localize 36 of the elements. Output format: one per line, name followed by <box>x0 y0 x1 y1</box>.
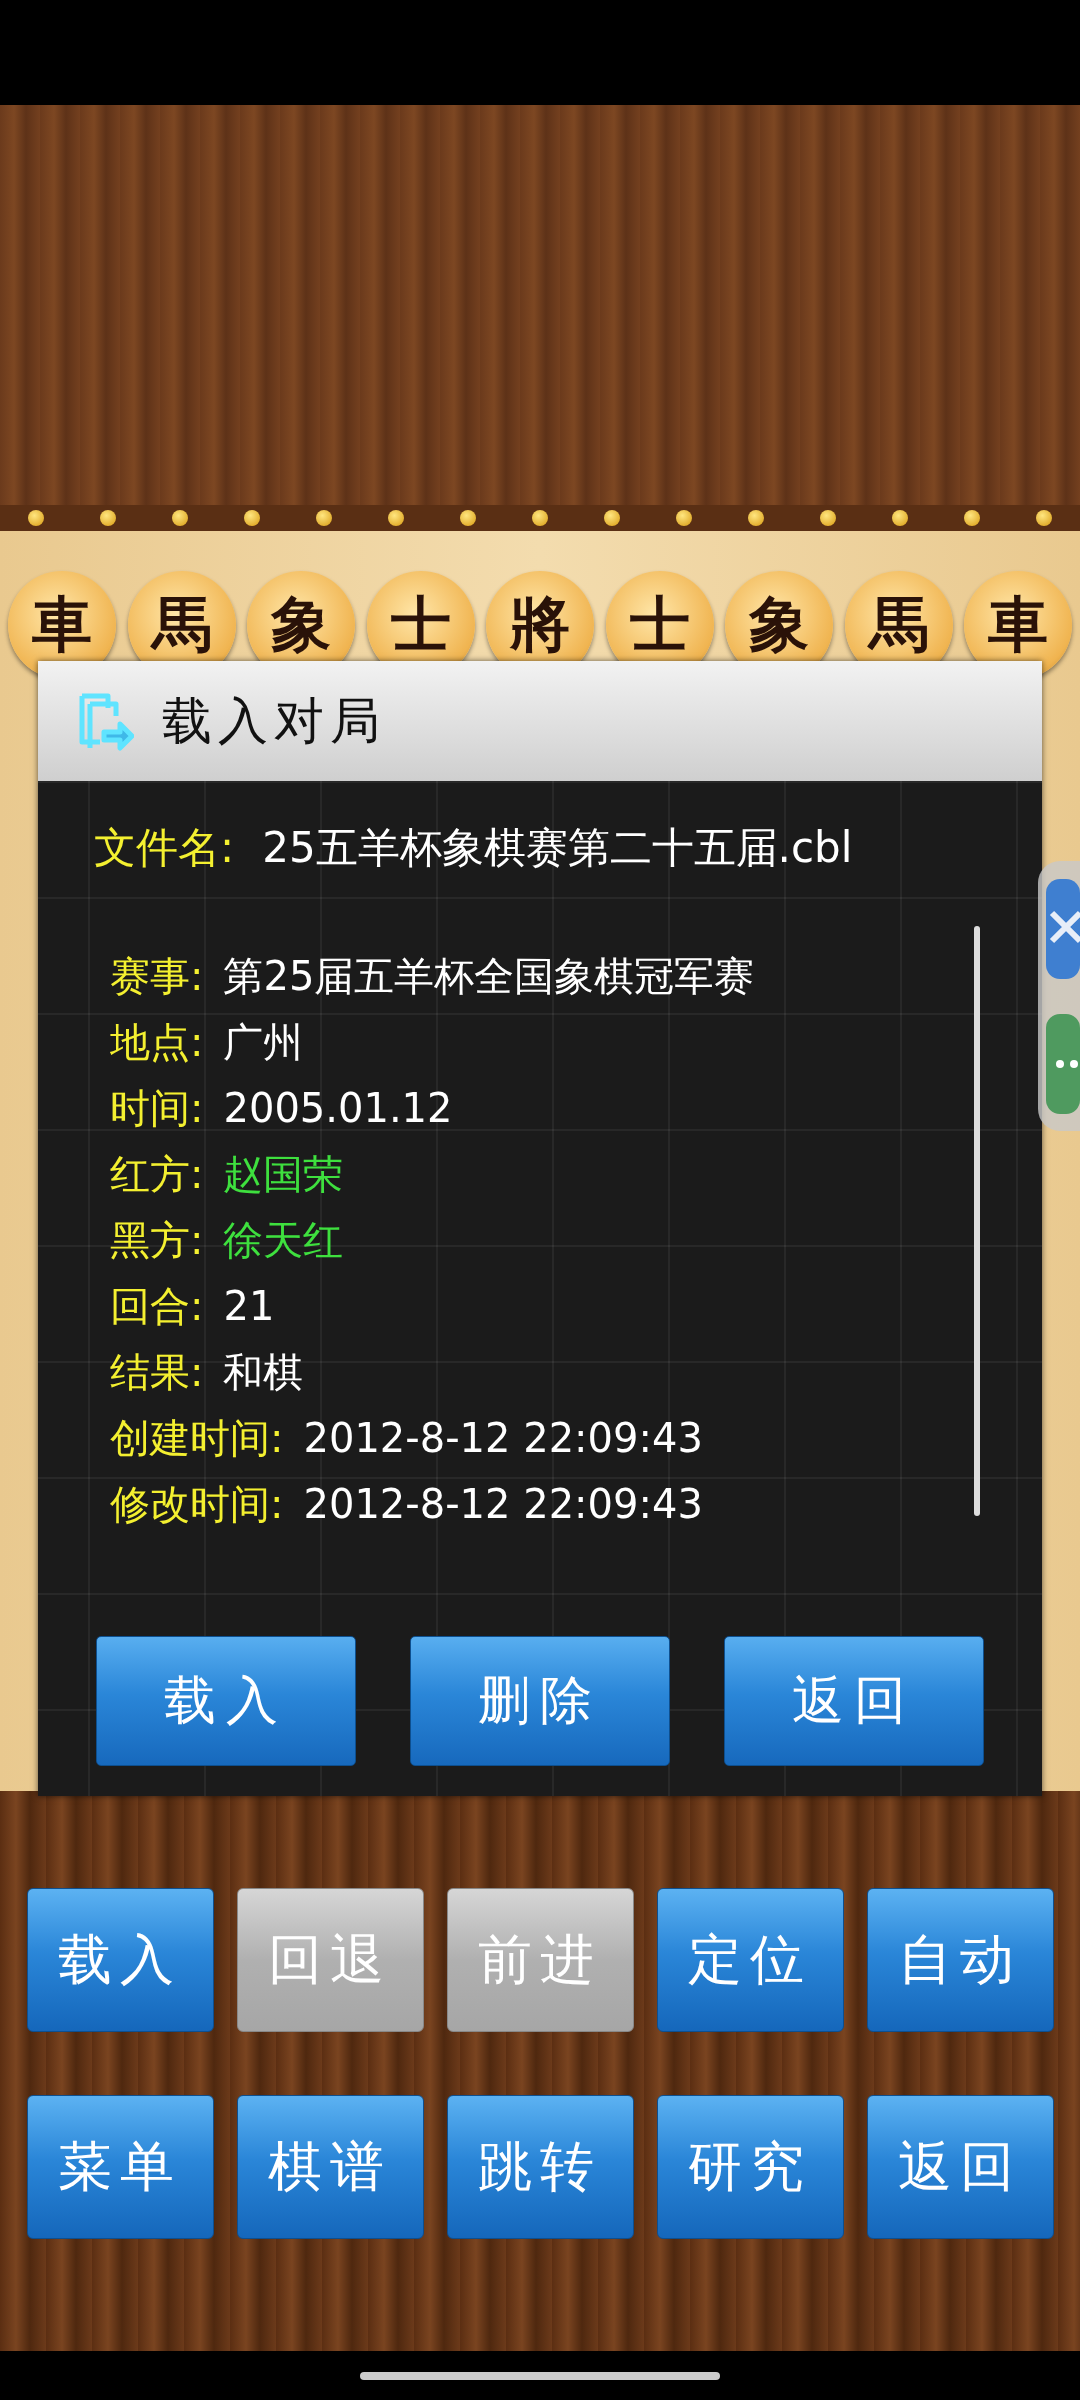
scrollbar[interactable] <box>974 926 980 1516</box>
field-label: 结果: <box>110 1348 204 1397</box>
control-button[interactable]: 研究 <box>656 2095 844 2239</box>
control-button[interactable]: 自动 <box>866 1888 1054 2032</box>
field-label: 文件名: <box>94 822 235 874</box>
control-button[interactable]: 跳转 <box>446 2095 634 2239</box>
dialog-button[interactable]: 载入 <box>96 1636 356 1766</box>
field-label: 创建时间: <box>110 1414 284 1463</box>
field-value: 赵国荣 <box>223 1150 344 1199</box>
file-name: 25五羊杯象棋赛第二十五届.cbl <box>262 822 853 874</box>
field-value: 2012-8-12 22:09:43 <box>303 1414 703 1463</box>
dialog-title: 载入对局 <box>162 690 386 752</box>
field-label: 回合: <box>110 1282 204 1331</box>
field-label: 修改时间: <box>110 1480 284 1529</box>
field-label: 赛事: <box>110 952 204 1001</box>
field-label: 红方: <box>110 1150 204 1199</box>
home-indicator[interactable] <box>360 2371 720 2380</box>
field-label: 黑方: <box>110 1216 204 1265</box>
control-button[interactable]: 返回 <box>866 2095 1054 2239</box>
field-value: 2012-8-12 22:09:43 <box>303 1480 703 1529</box>
field-value: 广州 <box>223 1018 304 1067</box>
field-value: 2005.01.12 <box>223 1084 453 1133</box>
field-label: 时间: <box>110 1084 204 1133</box>
field-value: 第25届五羊杯全国象棋冠军赛 <box>223 952 755 1001</box>
field-label: 地点: <box>110 1018 204 1067</box>
field-value: 徐天红 <box>223 1216 344 1265</box>
control-button[interactable]: 载入 <box>26 1888 214 2032</box>
dialog-button[interactable]: 返回 <box>724 1636 984 1766</box>
control-button[interactable]: 定位 <box>656 1888 844 2032</box>
field-value: 21 <box>223 1282 275 1331</box>
field-value: 和棋 <box>223 1348 304 1397</box>
cross-icon[interactable] <box>1046 878 1080 979</box>
control-button[interactable]: 菜单 <box>26 2095 214 2239</box>
control-button[interactable]: 棋谱 <box>236 2095 424 2239</box>
dots-icon[interactable] <box>1046 1013 1080 1114</box>
dialog-button[interactable]: 删除 <box>410 1636 670 1766</box>
